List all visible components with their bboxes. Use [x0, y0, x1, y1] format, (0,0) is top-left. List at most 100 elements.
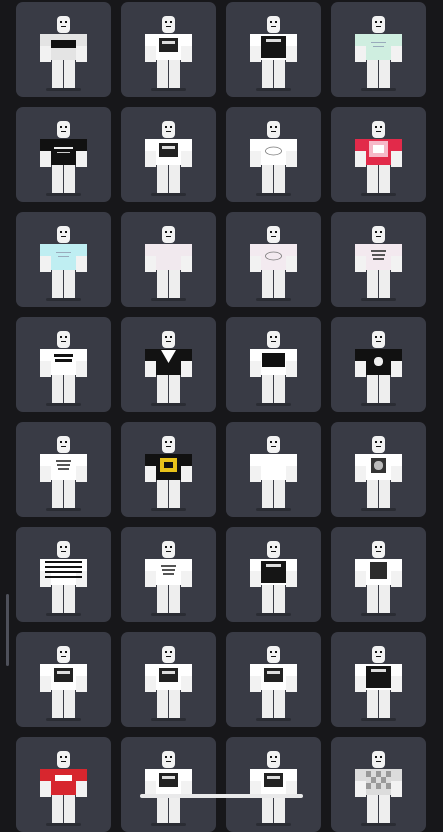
avatar-left-hand [40, 151, 51, 167]
avatar-right-hand [391, 571, 402, 587]
avatar-shirt [156, 559, 181, 585]
avatar-smile [61, 131, 66, 132]
avatar-head [162, 646, 175, 663]
avatar-eye [65, 756, 67, 758]
shirt-print-detail [55, 359, 72, 362]
avatar-left-hand [250, 256, 261, 272]
avatar-left-hand [145, 46, 156, 62]
avatar-left-sleeve [250, 769, 261, 781]
avatar-left-leg [52, 373, 63, 403]
avatar-left-hand [145, 676, 156, 692]
avatar-left-leg [157, 373, 168, 403]
avatar-head [372, 646, 385, 663]
clothing-item-card[interactable] [16, 632, 111, 727]
avatar-shadow [46, 298, 81, 301]
clothing-item-card[interactable] [16, 2, 111, 97]
avatar-eye [375, 756, 377, 758]
avatar-left-leg [367, 268, 378, 298]
avatar-preview [40, 226, 87, 301]
shirt-check [381, 777, 386, 783]
avatar-smile [166, 761, 171, 762]
clothing-item-card[interactable] [121, 422, 216, 517]
clothing-item-card[interactable] [226, 107, 321, 202]
clothing-item-card[interactable] [16, 737, 111, 832]
shirt-print [159, 143, 178, 157]
clothing-item-card[interactable] [226, 317, 321, 412]
clothing-item-card[interactable] [331, 317, 426, 412]
clothing-item-card[interactable] [331, 527, 426, 622]
clothing-item-card[interactable] [121, 212, 216, 307]
clothing-item-card[interactable] [16, 212, 111, 307]
avatar-left-leg [52, 793, 63, 823]
avatar-left-sleeve [145, 34, 156, 46]
avatar-right-leg [64, 583, 75, 613]
avatar-head [372, 436, 385, 453]
shirt-print [54, 354, 73, 357]
shirt-stripe [45, 566, 82, 568]
shirt-print-detail [266, 39, 281, 42]
avatar-right-hand [286, 361, 297, 377]
avatar-left-leg [157, 58, 168, 88]
clothing-item-card[interactable] [121, 737, 216, 832]
clothing-item-card[interactable] [121, 317, 216, 412]
avatar-left-leg [367, 793, 378, 823]
avatar-smile [376, 761, 381, 762]
clothing-item-card[interactable] [16, 527, 111, 622]
avatar-right-leg [379, 478, 390, 508]
avatar-smile [61, 551, 66, 552]
clothing-item-card[interactable] [16, 107, 111, 202]
avatar-preview [40, 16, 87, 91]
clothing-item-card[interactable] [121, 632, 216, 727]
avatar-preview [145, 436, 192, 511]
avatar-eye [65, 336, 67, 338]
avatar-shirt [51, 454, 76, 480]
avatar-right-leg [169, 58, 180, 88]
shirt-print-detail [57, 152, 70, 153]
avatar-preview [40, 646, 87, 721]
clothing-item-card[interactable] [226, 527, 321, 622]
avatar-left-sleeve [40, 244, 51, 256]
avatar-right-sleeve [391, 559, 402, 571]
avatar-smile [271, 131, 276, 132]
avatar-eye [270, 441, 272, 443]
avatar-right-sleeve [286, 559, 297, 571]
clothing-item-card[interactable] [226, 632, 321, 727]
avatar-shadow [256, 403, 291, 406]
clothing-item-card[interactable] [121, 107, 216, 202]
avatar-shadow [361, 193, 396, 196]
shirt-print [51, 40, 76, 48]
clothing-item-card[interactable] [331, 737, 426, 832]
avatar-preview [40, 436, 87, 511]
avatar-left-sleeve [145, 244, 156, 256]
clothing-item-card[interactable] [16, 317, 111, 412]
avatar-right-hand [286, 46, 297, 62]
shirt-print [56, 460, 71, 462]
clothing-item-card[interactable] [16, 422, 111, 517]
avatar-shadow [46, 613, 81, 616]
clothing-item-card[interactable] [226, 212, 321, 307]
clothing-item-card[interactable] [331, 632, 426, 727]
clothing-item-card[interactable] [331, 107, 426, 202]
avatar-eye [275, 441, 277, 443]
avatar-left-leg [262, 583, 273, 613]
avatar-left-sleeve [145, 559, 156, 571]
shirt-print [370, 562, 387, 579]
shirt-print-detail [266, 564, 281, 567]
avatar-head [267, 226, 280, 243]
clothing-item-card[interactable] [121, 527, 216, 622]
clothing-item-card[interactable] [226, 422, 321, 517]
avatar-right-hand [391, 361, 402, 377]
clothing-item-card[interactable] [226, 2, 321, 97]
clothing-item-card[interactable] [226, 737, 321, 832]
clothing-item-card[interactable] [121, 2, 216, 97]
avatar-right-leg [64, 688, 75, 718]
scrollbar-thumb[interactable] [6, 594, 9, 666]
avatar-head [57, 646, 70, 663]
avatar-eye [165, 336, 167, 338]
clothing-item-card[interactable] [331, 422, 426, 517]
avatar-preview [250, 436, 297, 511]
clothing-item-card[interactable] [331, 212, 426, 307]
avatar-right-sleeve [76, 34, 87, 46]
avatar-eye [65, 441, 67, 443]
clothing-item-card[interactable] [331, 2, 426, 97]
